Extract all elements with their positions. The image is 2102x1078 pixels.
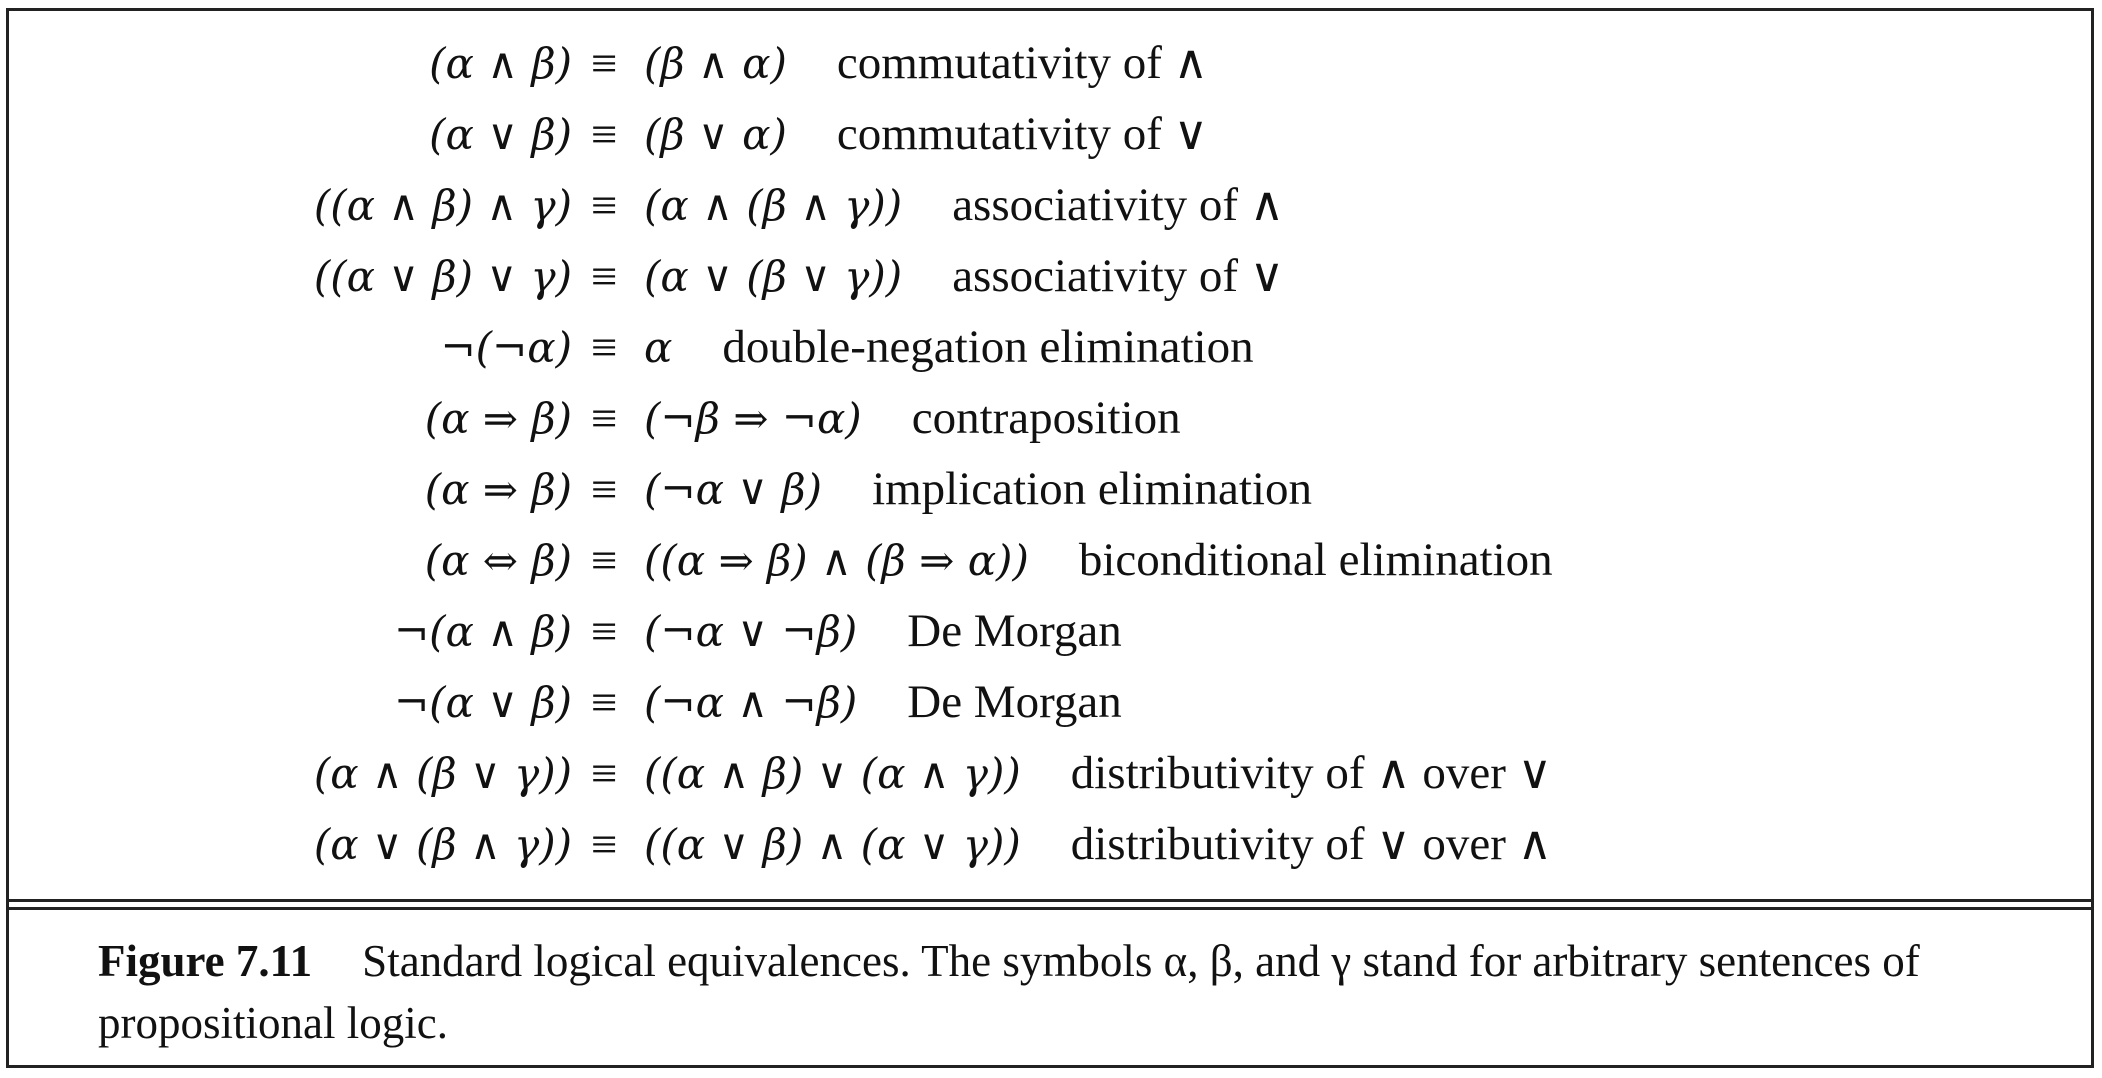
- equivalence-row: (α ∧ (β ∨ γ)) ≡ ((α ∧ β) ∨ (α ∧ γ)) distr…: [0, 738, 1553, 809]
- equivalence-symbol: ≡: [590, 37, 618, 90]
- equivalence-row: (α ∧ β) ≡ (β ∧ α) commutativity of ∧: [0, 28, 1553, 99]
- equivalence-symbol: ≡: [590, 605, 618, 658]
- lhs-expression: ¬(α ∨ β): [393, 678, 572, 727]
- equivalence-symbol: ≡: [590, 818, 618, 871]
- lhs-expression: (α ⇒ β): [424, 394, 572, 443]
- lhs-expression: (α ∨ (β ∧ γ)): [313, 820, 572, 869]
- equivalence-symbol: ≡: [590, 321, 618, 374]
- equivalence-row: (α ⇒ β) ≡ (¬β ⇒ ¬α) contraposition: [0, 383, 1553, 454]
- rule-name: De Morgan: [907, 605, 1122, 657]
- equivalence-symbol: ≡: [590, 179, 618, 232]
- rule-name: commutativity of ∨: [836, 108, 1209, 160]
- rhs-expression: ((α ∨ β) ∧ (α ∨ γ)): [644, 820, 1021, 869]
- rhs-expression: ((α ⇒ β) ∧ (β ⇒ α)): [644, 536, 1029, 585]
- equivalence-row: ((α ∧ β) ∧ γ) ≡ (α ∧ (β ∧ γ)) associativi…: [0, 170, 1553, 241]
- equivalence-row: ¬(α ∧ β) ≡ (¬α ∨ ¬β) De Morgan: [0, 596, 1553, 667]
- rhs-expression: ((α ∧ β) ∨ (α ∧ γ)): [644, 749, 1021, 798]
- rule-name: associativity of ∨: [952, 250, 1285, 302]
- rhs-expression: (α ∨ (β ∨ γ)): [644, 252, 903, 301]
- lhs-expression: (α ∧ β): [429, 39, 572, 88]
- equivalence-symbol: ≡: [590, 463, 618, 516]
- rule-name: biconditional elimination: [1078, 534, 1553, 586]
- rhs-expression: (β ∧ α): [644, 39, 787, 88]
- equivalence-symbol: ≡: [590, 747, 618, 800]
- equivalence-row: ¬(¬α) ≡ α double-negation elimination: [0, 312, 1553, 383]
- equivalence-row: (α ⇔ β) ≡ ((α ⇒ β) ∧ (β ⇒ α)) bicondition…: [0, 525, 1553, 596]
- rhs-expression: (¬α ∨ β): [644, 465, 823, 514]
- divider-line: [6, 907, 2094, 910]
- lhs-expression: (α ∧ (β ∨ γ)): [313, 749, 572, 798]
- figure-caption: Figure 7.11 Standard logical equivalences…: [98, 930, 2018, 1054]
- rule-name: contraposition: [911, 392, 1181, 444]
- equivalence-row: ¬(α ∨ β) ≡ (¬α ∧ ¬β) De Morgan: [0, 667, 1553, 738]
- equivalence-symbol: ≡: [590, 676, 618, 729]
- equivalence-row: (α ∨ β) ≡ (β ∨ α) commutativity of ∨: [0, 99, 1553, 170]
- rule-name: De Morgan: [907, 676, 1122, 728]
- caption-label: Figure 7.11: [98, 936, 313, 986]
- lhs-expression: (α ∨ β): [429, 110, 572, 159]
- equivalence-symbol: ≡: [590, 250, 618, 303]
- lhs-expression: (α ⇒ β): [424, 465, 572, 514]
- rhs-expression: (β ∨ α): [644, 110, 787, 159]
- rhs-expression: (α ∧ (β ∧ γ)): [644, 181, 903, 230]
- lhs-expression: (α ⇔ β): [424, 536, 572, 585]
- equivalence-row: (α ⇒ β) ≡ (¬α ∨ β) implication eliminatio…: [0, 454, 1553, 525]
- rhs-expression: (¬α ∧ ¬β): [644, 678, 858, 727]
- rule-name: commutativity of ∧: [836, 37, 1209, 89]
- rhs-expression: α: [644, 323, 673, 372]
- divider-line: [6, 899, 2094, 902]
- caption-text: Standard logical equivalences. The symbo…: [98, 936, 1920, 1048]
- rule-name: associativity of ∧: [952, 179, 1285, 231]
- rule-name: implication elimination: [872, 463, 1312, 515]
- rule-name: distributivity of ∧ over ∨: [1070, 747, 1553, 799]
- lhs-expression: ((α ∨ β) ∨ γ): [313, 252, 572, 301]
- lhs-expression: ¬(¬α): [440, 323, 572, 372]
- rhs-expression: (¬β ⇒ ¬α): [644, 394, 862, 443]
- lhs-expression: ¬(α ∧ β): [393, 607, 572, 656]
- rhs-expression: (¬α ∨ ¬β): [644, 607, 858, 656]
- equivalence-row: ((α ∨ β) ∨ γ) ≡ (α ∨ (β ∨ γ)) associativi…: [0, 241, 1553, 312]
- equivalence-symbol: ≡: [590, 534, 618, 587]
- equivalence-symbol: ≡: [590, 108, 618, 161]
- rule-name: distributivity of ∨ over ∧: [1070, 818, 1553, 870]
- rule-name: double-negation elimination: [722, 321, 1254, 373]
- equivalence-table: (α ∧ β) ≡ (β ∧ α) commutativity of ∧ (α ∨ …: [0, 28, 1553, 880]
- lhs-expression: ((α ∧ β) ∧ γ): [313, 181, 572, 230]
- equivalence-row: (α ∨ (β ∧ γ)) ≡ ((α ∨ β) ∧ (α ∨ γ)) distr…: [0, 809, 1553, 880]
- equivalence-symbol: ≡: [590, 392, 618, 445]
